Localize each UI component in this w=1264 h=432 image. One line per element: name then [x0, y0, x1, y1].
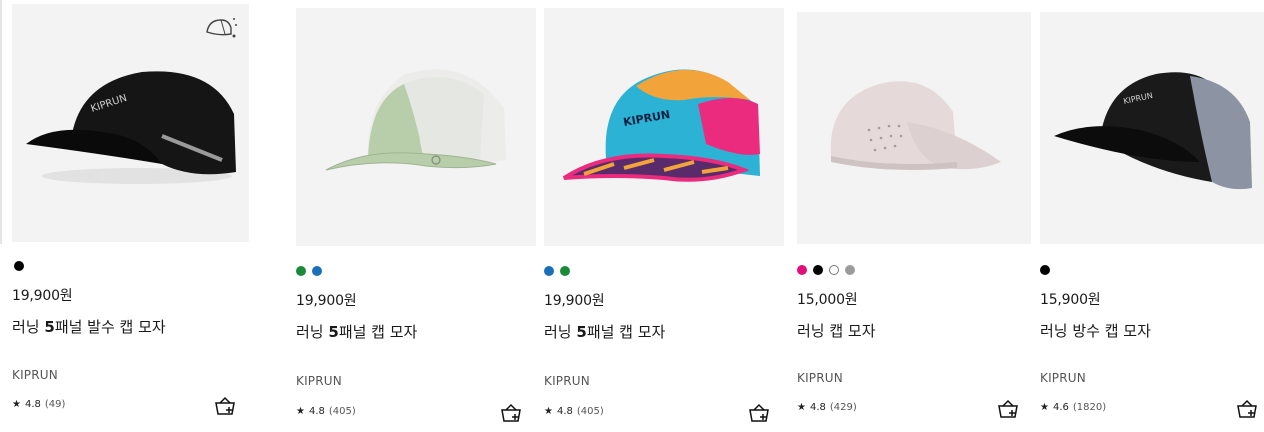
rating-value: 4.8	[24, 399, 41, 410]
color-swatches	[296, 266, 322, 276]
basket-plus-icon	[749, 403, 769, 422]
cap-black-grey-image: KIPRUN	[1054, 72, 1252, 190]
brand-name: KIPRUN	[797, 371, 843, 385]
rating: ★ 4.8 (429)	[797, 402, 857, 413]
rating: ★ 4.8 (49)	[12, 399, 65, 410]
star-icon: ★	[1040, 402, 1049, 413]
basket-plus-icon	[215, 396, 235, 415]
rating: ★ 4.8 (405)	[544, 406, 604, 417]
swatch-blue[interactable]	[544, 266, 554, 276]
star-icon: ★	[12, 399, 21, 410]
basket-plus-icon	[998, 399, 1018, 418]
price: 19,900원	[12, 288, 73, 304]
add-to-cart-button[interactable]	[997, 398, 1019, 420]
product-image[interactable]: KIPRUN	[12, 4, 249, 242]
star-icon: ★	[797, 402, 806, 413]
swatch-green[interactable]	[296, 266, 306, 276]
product-title[interactable]: 러닝 5패널 캡 모자	[296, 321, 417, 342]
product-card-4[interactable]: 15,000원 러닝 캡 모자 KIPRUN ★ 4.8 (429)	[797, 0, 1031, 432]
swatch-grey[interactable]	[845, 265, 855, 275]
product-card-3[interactable]: KIPRUN 19,900원 러닝 5패널 캡 모자 KIPRUN ★ 4.8 …	[544, 0, 784, 432]
rating-value: 4.8	[308, 406, 325, 417]
price: 15,000원	[797, 292, 858, 308]
basket-plus-icon	[501, 403, 521, 422]
star-icon: ★	[544, 406, 553, 417]
swatch-black[interactable]	[1040, 265, 1050, 275]
review-count: (429)	[829, 402, 857, 413]
product-title[interactable]: 러닝 방수 캡 모자	[1040, 320, 1151, 341]
color-swatches	[14, 261, 24, 271]
product-card-2[interactable]: 19,900원 러닝 5패널 캡 모자 KIPRUN ★ 4.8 (405)	[296, 0, 536, 432]
product-image[interactable]	[797, 12, 1031, 244]
star-icon: ★	[296, 406, 305, 417]
cap-multicolor-image: KIPRUN	[562, 69, 760, 182]
review-count: (1820)	[1072, 402, 1107, 413]
product-title[interactable]: 러닝 캡 모자	[797, 320, 876, 341]
product-image[interactable]	[296, 8, 536, 246]
product-title[interactable]: 러닝 5패널 캡 모자	[544, 321, 665, 342]
rating-value: 4.8	[809, 402, 826, 413]
product-title[interactable]: 러닝 5패널 발수 캡 모자	[12, 316, 166, 337]
swatch-pink[interactable]	[797, 265, 807, 275]
review-count: (49)	[44, 399, 66, 410]
add-to-cart-button[interactable]	[748, 402, 770, 424]
product-image[interactable]: KIPRUN	[544, 8, 784, 246]
rating-value: 4.6	[1052, 402, 1069, 413]
brand-name: KIPRUN	[544, 374, 590, 388]
rating-value: 4.8	[556, 406, 573, 417]
product-image[interactable]: KIPRUN	[1040, 12, 1264, 244]
swatch-blue[interactable]	[312, 266, 322, 276]
review-count: (405)	[328, 406, 356, 417]
brand-name: KIPRUN	[296, 374, 342, 388]
cap-green-image	[325, 69, 506, 171]
price: 15,900원	[1040, 292, 1101, 308]
divider-left	[0, 0, 2, 244]
color-swatches	[797, 265, 855, 275]
rating: ★ 4.6 (1820)	[1040, 402, 1106, 413]
color-swatches	[1040, 265, 1050, 275]
swatch-black[interactable]	[14, 261, 24, 271]
swatch-black[interactable]	[813, 265, 823, 275]
price: 19,900원	[296, 293, 357, 309]
add-to-cart-button[interactable]	[1236, 398, 1258, 420]
add-to-cart-button[interactable]	[214, 395, 236, 417]
brand-name: KIPRUN	[12, 368, 58, 382]
product-card-5[interactable]: KIPRUN 15,900원 러닝 방수 캡 모자 KIPRUN ★ 4.6 (…	[1040, 0, 1264, 432]
price: 19,900원	[544, 293, 605, 309]
swatch-green[interactable]	[560, 266, 570, 276]
cap-pink-image	[830, 81, 1001, 170]
basket-plus-icon	[1237, 399, 1257, 418]
water-repellent-icon	[203, 14, 239, 42]
product-card-1[interactable]: KIPRUN 19,900원 러닝 5패널 발수 캡 모자 KIPRUN ★ 4…	[10, 0, 250, 432]
rating: ★ 4.8 (405)	[296, 406, 356, 417]
color-swatches	[544, 266, 570, 276]
swatch-white[interactable]	[829, 265, 839, 275]
brand-name: KIPRUN	[1040, 371, 1086, 385]
review-count: (405)	[576, 406, 604, 417]
add-to-cart-button[interactable]	[500, 402, 522, 424]
